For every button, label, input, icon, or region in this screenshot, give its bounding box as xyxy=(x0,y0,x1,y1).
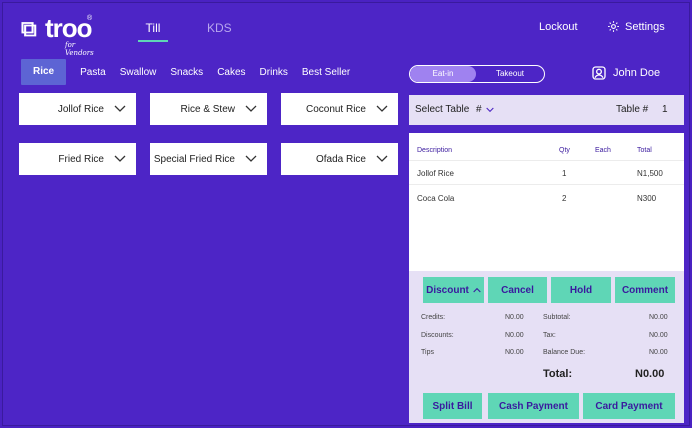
order-type-toggle: Eat-in Takeout xyxy=(409,65,545,83)
chevron-down-icon xyxy=(114,105,126,112)
logo-mark-icon: ⧉ xyxy=(21,17,37,42)
discount-button[interactable]: Discount xyxy=(423,277,484,303)
balance-due-label: Balance Due: xyxy=(543,349,586,356)
subtotal-value: N0.00 xyxy=(649,314,668,321)
discount-label: Discount xyxy=(426,284,469,296)
gear-icon xyxy=(608,21,619,32)
logo-tagline: for Vendors xyxy=(65,41,94,57)
total-label: Total: xyxy=(543,368,573,380)
divider xyxy=(409,160,684,161)
menu-item-coconut-rice[interactable]: Coconut Rice xyxy=(281,93,398,125)
logo-registered: ® xyxy=(87,15,93,22)
tab-till[interactable]: Till xyxy=(138,21,168,35)
category-bar: Rice Pasta Swallow Snacks Cakes Drinks B… xyxy=(21,59,364,85)
eat-in-toggle[interactable]: Eat-in xyxy=(410,66,476,82)
order-panel: Select Table # Table # 1 Description Qty… xyxy=(409,95,684,423)
menu-item-label: Fried Rice xyxy=(58,153,104,165)
total-value: N0.00 xyxy=(635,368,665,380)
table-dropdown[interactable]: # xyxy=(476,104,494,115)
tax-label: Tax: xyxy=(543,332,556,339)
chevron-up-icon xyxy=(473,287,481,293)
line-description: Coca Cola xyxy=(417,194,455,203)
lockout-button[interactable]: Lockout xyxy=(539,21,578,33)
menu-item-rice-and-stew[interactable]: Rice & Stew xyxy=(150,93,267,125)
chevron-down-icon xyxy=(245,155,257,162)
takeout-toggle[interactable]: Takeout xyxy=(476,66,544,82)
order-table: Description Qty Each Total Jollof Rice 1… xyxy=(409,133,684,271)
chevron-down-icon xyxy=(376,105,388,112)
hold-button[interactable]: Hold xyxy=(551,277,611,303)
divider xyxy=(409,184,684,185)
col-description: Description xyxy=(417,147,453,154)
comment-button[interactable]: Comment xyxy=(615,277,675,303)
table-number-value: 1 xyxy=(662,104,668,115)
line-total: N1,500 xyxy=(637,169,663,178)
split-bill-button[interactable]: Split Bill xyxy=(423,393,482,419)
user-name: John Doe xyxy=(613,67,661,79)
category-rice[interactable]: Rice xyxy=(21,59,67,85)
table-number-label: Table # xyxy=(616,104,649,115)
menu-item-label: Ofada Rice xyxy=(315,153,366,165)
cancel-button[interactable]: Cancel xyxy=(488,277,547,303)
menu-item-special-fried-rice[interactable]: Special Fried Rice xyxy=(150,143,267,175)
col-total: Total xyxy=(637,147,652,154)
line-total: N300 xyxy=(637,194,657,203)
category-snacks[interactable]: Snacks xyxy=(170,67,203,78)
menu-item-ofada-rice[interactable]: Ofada Rice xyxy=(281,143,398,175)
subtotal-label: Subtotal: xyxy=(543,314,571,321)
menu-item-jollof-rice[interactable]: Jollof Rice xyxy=(19,93,136,125)
menu-item-label: Coconut Rice xyxy=(305,103,366,115)
user-profile[interactable]: John Doe xyxy=(591,65,660,81)
line-description: Jollof Rice xyxy=(417,169,454,178)
line-qty: 2 xyxy=(562,194,567,203)
balance-due-value: N0.00 xyxy=(649,349,668,356)
table-selector-bar: Select Table # Table # 1 xyxy=(409,95,684,125)
checkout-section: Discount Cancel Hold Comment Credits: N0… xyxy=(409,271,684,423)
logo-text: troo xyxy=(45,13,93,43)
menu-item-fried-rice[interactable]: Fried Rice xyxy=(19,143,136,175)
category-cakes[interactable]: Cakes xyxy=(217,67,245,78)
settings-label: Settings xyxy=(625,20,665,33)
tax-value: N0.00 xyxy=(649,332,668,339)
card-payment-button[interactable]: Card Payment xyxy=(583,393,675,419)
col-each: Each xyxy=(595,147,611,154)
cash-payment-button[interactable]: Cash Payment xyxy=(488,393,579,419)
discounts-label: Discounts: xyxy=(421,332,454,339)
category-drinks[interactable]: Drinks xyxy=(260,67,288,78)
line-qty: 1 xyxy=(562,169,567,178)
category-pasta[interactable]: Pasta xyxy=(80,67,106,78)
troo-logo: ⧉ troo ® for Vendors xyxy=(21,13,101,57)
table-hash-label: # xyxy=(476,104,482,115)
tips-label: Tips xyxy=(421,349,434,356)
credits-value: N0.00 xyxy=(505,314,524,321)
active-tab-indicator xyxy=(138,40,168,42)
chevron-down-icon xyxy=(376,155,388,162)
menu-item-label: Jollof Rice xyxy=(57,103,104,115)
tab-kds[interactable]: KDS xyxy=(207,21,232,35)
menu-item-label: Special Fried Rice xyxy=(153,153,235,165)
category-swallow[interactable]: Swallow xyxy=(120,67,157,78)
user-icon xyxy=(592,66,606,80)
pos-screen: ⧉ troo ® for Vendors Till KDS Lockout Se… xyxy=(2,2,690,426)
col-qty: Qty xyxy=(559,147,570,154)
tips-value: N0.00 xyxy=(505,349,524,356)
select-table-label: Select Table xyxy=(415,104,470,115)
chevron-down-icon xyxy=(485,107,494,112)
discounts-value: N0.00 xyxy=(505,332,524,339)
settings-button[interactable]: Settings xyxy=(607,20,665,33)
menu-item-label: Rice & Stew xyxy=(180,103,235,115)
chevron-down-icon xyxy=(245,105,257,112)
credits-label: Credits: xyxy=(421,314,446,321)
chevron-down-icon xyxy=(114,155,126,162)
category-best-seller[interactable]: Best Seller xyxy=(302,67,350,78)
